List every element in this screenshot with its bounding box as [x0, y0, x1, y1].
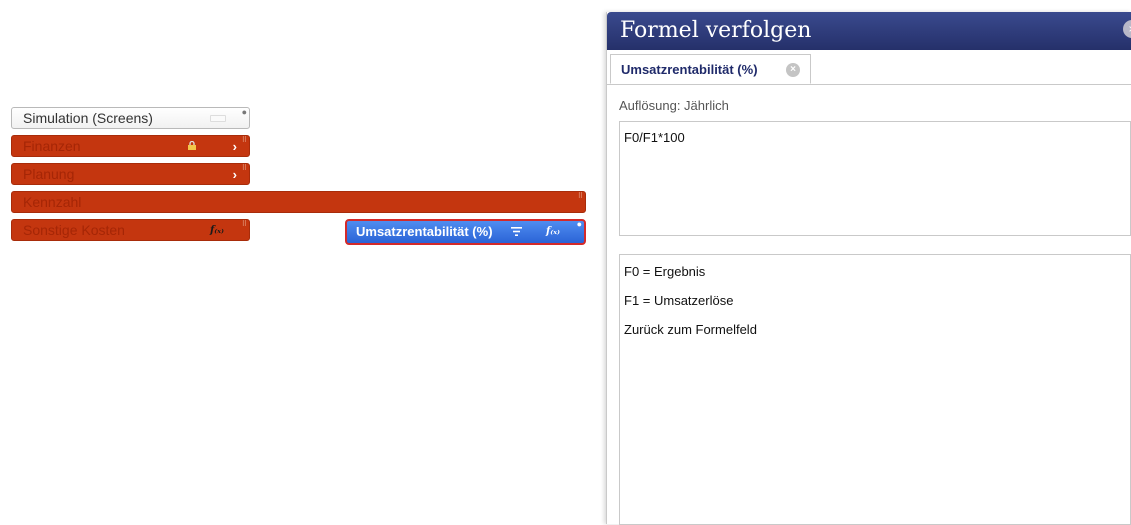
panel-title: Formel verfolgen: [620, 18, 812, 43]
tree-node-label: Planung: [23, 166, 75, 182]
corner-grip-icon: ⠿: [241, 137, 247, 144]
tree-node-umsatzrentabilitaet[interactable]: Umsatzrentabilität (%) f₍ₓ₎ ●: [345, 219, 586, 245]
panel-header: Formel verfolgen: [607, 12, 1131, 50]
corner-dot-icon: ●: [576, 219, 582, 229]
tree-node-sonstige-kosten[interactable]: Sonstige Kosten f₍ₓ₎ ⠿: [11, 219, 250, 241]
tree-node-kennzahl[interactable]: Kennzahl ⠿: [11, 191, 586, 213]
resolution-label: Auflösung: Jährlich: [619, 98, 729, 113]
formula-field[interactable]: F0/F1*100: [619, 121, 1131, 236]
formula-definitions: F0 = Ergebnis F1 = Umsatzerlöse Zurück z…: [619, 254, 1131, 525]
tab-bar: Umsatzrentabilität (%) ×: [607, 50, 1131, 85]
lock-icon: [188, 141, 196, 150]
back-to-formula-link[interactable]: Zurück zum Formelfeld: [624, 322, 1126, 351]
formula-icon[interactable]: f₍ₓ₎: [546, 221, 560, 243]
definition-item[interactable]: F1 = Umsatzerlöse: [624, 293, 1126, 322]
chevron-right-icon[interactable]: ›: [233, 164, 237, 185]
formula-icon[interactable]: f₍ₓ₎: [210, 220, 224, 241]
corner-dot-icon: ●: [241, 107, 247, 117]
formula-trace-panel: Formel verfolgen × Umsatzrentabilität (%…: [606, 12, 1131, 525]
tab-close-icon[interactable]: ×: [786, 63, 800, 77]
formula-text: F0/F1*100: [624, 130, 685, 145]
tree-node-label: Kennzahl: [23, 194, 82, 210]
tab-umsatzrentabilitaet[interactable]: Umsatzrentabilität (%) ×: [610, 54, 811, 84]
chevron-right-icon[interactable]: ›: [233, 136, 237, 157]
tree-node-simulation[interactable]: Simulation (Screens) ●: [11, 107, 250, 129]
corner-grip-icon: ⠿: [577, 193, 583, 200]
tree-node-finanzen[interactable]: Finanzen › ⠿: [11, 135, 250, 157]
slot-icon: [210, 115, 226, 122]
tab-label: Umsatzrentabilität (%): [621, 62, 758, 77]
filter-icon[interactable]: [511, 227, 522, 236]
tree-node-label: Sonstige Kosten: [23, 222, 125, 238]
definition-item[interactable]: F0 = Ergebnis: [624, 264, 1126, 293]
corner-grip-icon: ⠿: [241, 165, 247, 172]
tree-node-planung[interactable]: Planung › ⠿: [11, 163, 250, 185]
tree-node-label: Finanzen: [23, 138, 81, 154]
tree-node-label: Simulation (Screens): [23, 110, 153, 126]
corner-grip-icon: ⠿: [241, 221, 247, 228]
tree-node-label: Umsatzrentabilität (%): [356, 224, 493, 239]
